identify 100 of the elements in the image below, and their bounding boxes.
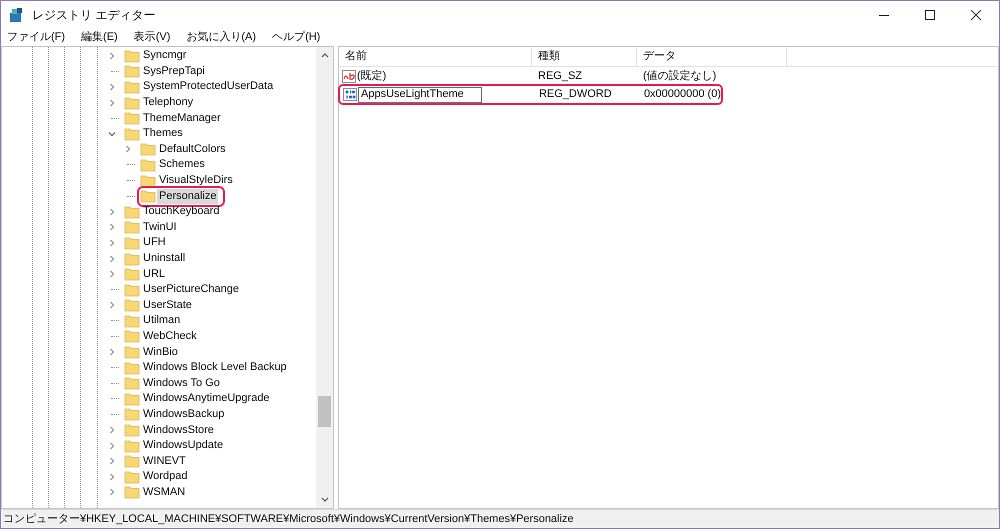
folder-icon [124, 236, 140, 250]
menu-item[interactable]: 編集(E) [81, 28, 118, 46]
value-name[interactable]: (既定) [357, 68, 386, 85]
tree-item[interactable]: WinBio [141, 344, 180, 360]
folder-icon [124, 111, 140, 126]
folder-icon [124, 360, 140, 375]
tree-connector [127, 180, 135, 182]
tree-item[interactable]: TwinUI [141, 220, 179, 235]
folder-icon [140, 158, 156, 172]
folder-icon [124, 314, 140, 328]
value-data: 0x00000000 (0) [642, 87, 721, 102]
tree-item[interactable]: Wordpad [141, 469, 190, 484]
tree-item[interactable]: Uninstall [141, 251, 188, 266]
tree-item[interactable]: SysPrepTapi [141, 64, 207, 79]
folder-icon [124, 252, 140, 266]
tree-item[interactable]: TouchKeyboard [141, 204, 222, 220]
tree-item[interactable]: Telephony [141, 95, 196, 110]
status-path: コンピューター¥HKEY_LOCAL_MACHINE¥SOFTWARE¥Microsoft¥Windows¥CurrentVersion¥Themes¥Personalize [3, 512, 574, 527]
tree-item[interactable]: Syncmgr [141, 48, 188, 64]
tree-connector [111, 289, 119, 290]
tree-connector [111, 398, 119, 400]
tree-item[interactable]: WindowsUpdate [141, 438, 226, 454]
folder-icon [124, 376, 140, 390]
column-header[interactable]: 種類 [532, 47, 637, 66]
scroll-up-icon[interactable] [320, 52, 328, 58]
tree-connector [111, 367, 119, 368]
folder-icon [124, 126, 140, 141]
folder-icon [124, 392, 140, 406]
menu-item[interactable]: ヘルプ(H) [272, 28, 320, 46]
tree-item[interactable]: WINEVT [141, 454, 188, 469]
tree-connector [111, 414, 119, 415]
app-icon [8, 7, 24, 23]
tree-item[interactable]: URL [141, 266, 168, 282]
tree-item[interactable]: UFH [141, 235, 168, 250]
scrollbar-thumb[interactable] [318, 396, 331, 427]
folder-icon [124, 204, 140, 219]
folder-icon [124, 407, 140, 422]
value-type: REG_DWORD [538, 87, 613, 102]
folder-icon [124, 438, 140, 453]
tree-item[interactable]: SystemProtectedUserData [141, 79, 276, 94]
chevron-right-icon[interactable] [108, 52, 116, 60]
menu-item[interactable]: 表示(V) [134, 28, 170, 46]
tree-item[interactable]: Windows Block Level Backup [141, 360, 289, 376]
menu-item[interactable]: お気に入り(A) [186, 28, 256, 46]
folder-icon [124, 485, 140, 500]
folder-icon [124, 470, 140, 484]
tree-connector [127, 164, 135, 166]
column-header[interactable]: データ [637, 47, 787, 66]
tree-connector [111, 320, 119, 322]
tree-connector [111, 382, 119, 384]
tree-item[interactable]: WebCheck [141, 328, 199, 344]
folder-icon [124, 282, 140, 297]
string-value-icon [342, 70, 356, 83]
tree-connector [111, 70, 119, 72]
tree-item[interactable]: UserPictureChange [141, 282, 241, 298]
folder-icon [140, 174, 156, 188]
folder-icon [124, 345, 140, 360]
scroll-down-icon[interactable] [320, 497, 328, 503]
tree-item[interactable]: Personalize [157, 188, 218, 204]
tree-item[interactable]: DefaultColors [157, 142, 228, 157]
tree-item[interactable]: ThemeManager [141, 110, 223, 126]
tree-item[interactable]: WindowsBackup [141, 406, 226, 422]
tree-item[interactable]: Themes [141, 126, 185, 142]
folder-icon [140, 189, 156, 204]
folder-icon [124, 64, 140, 78]
close-icon [971, 10, 981, 20]
rename-field[interactable]: AppsUseLightTheme [358, 86, 482, 102]
chevron-right-icon[interactable] [124, 145, 132, 154]
folder-icon [124, 454, 140, 468]
window-title: レジストリ エディター [32, 7, 156, 24]
tree-item[interactable]: Windows To Go [141, 376, 222, 391]
maximize-icon [925, 10, 935, 20]
menu-item[interactable]: ファイル(F) [7, 28, 66, 46]
column-header[interactable]: 名前 [339, 47, 532, 66]
folder-icon [124, 80, 140, 94]
tree-connector [111, 336, 119, 337]
binary-value-icon [343, 88, 357, 101]
chevron-right-icon[interactable] [108, 301, 116, 310]
folder-icon [124, 96, 140, 110]
value-data: (値の設定なし) [642, 68, 716, 84]
folder-icon [124, 423, 140, 438]
tree-item[interactable]: WindowsAnytimeUpgrade [141, 391, 272, 406]
folder-icon [124, 48, 140, 63]
tree-item[interactable]: VisualStyleDirs [157, 173, 235, 188]
folder-icon [124, 220, 140, 234]
chevron-right-icon[interactable] [108, 348, 116, 356]
folder-icon [124, 329, 140, 344]
tree-item[interactable]: WindowsStore [141, 422, 216, 438]
tree-connector [127, 196, 135, 197]
folder-icon [124, 298, 140, 312]
value-type: REG_SZ [537, 69, 584, 84]
tree-item[interactable]: UserState [141, 298, 194, 313]
folder-icon [124, 267, 140, 282]
tree-item[interactable]: Schemes [157, 157, 207, 172]
chevron-down-icon[interactable] [108, 130, 116, 138]
tree-item[interactable]: WSMAN [141, 484, 188, 500]
scrollbar[interactable] [316, 47, 333, 508]
folder-icon [140, 142, 156, 156]
tree-connector [111, 118, 119, 119]
tree-item[interactable]: Utilman [141, 313, 182, 328]
